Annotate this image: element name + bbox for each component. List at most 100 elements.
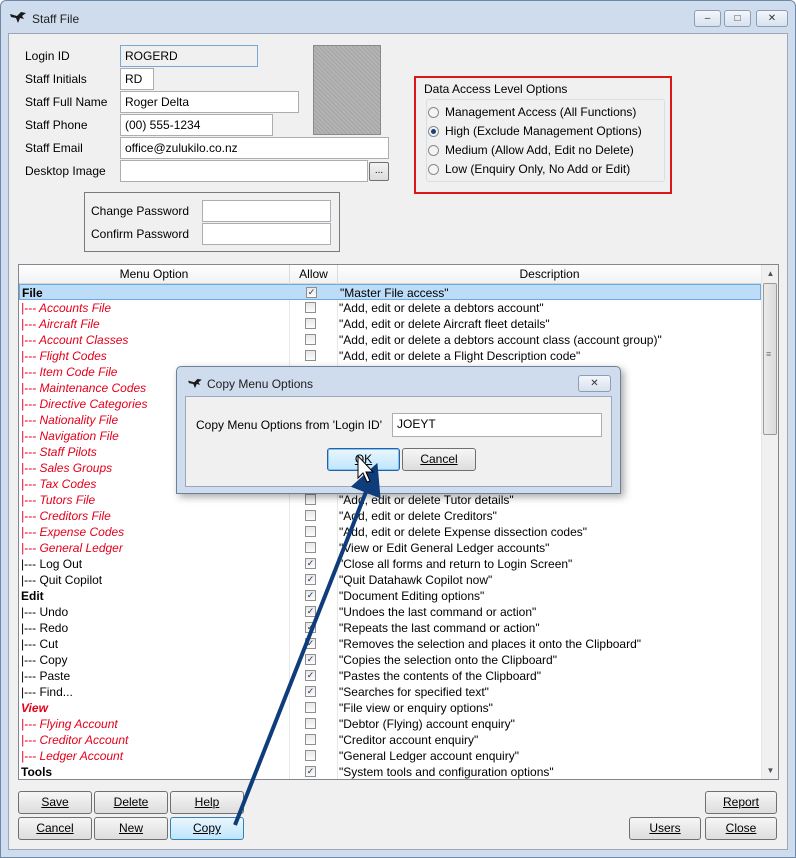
checkbox-icon[interactable]	[305, 302, 316, 313]
table-row[interactable]: Edit ✓ "Document Editing options"	[19, 588, 761, 604]
close-window-button[interactable]: ✕	[756, 10, 788, 27]
menu-options-grid[interactable]: Menu Option Allow Description File ✓ "Mast…	[18, 264, 779, 780]
cancel-button[interactable]: Cancel	[18, 817, 92, 840]
phone-label: Staff Phone	[25, 118, 88, 132]
desktop-image-field[interactable]	[120, 160, 368, 182]
table-row[interactable]: |--- Tutors File "Add, edit or delete Tut…	[19, 492, 761, 508]
checkbox-icon[interactable]	[305, 334, 316, 345]
checkbox-checked-icon[interactable]: ✓	[305, 766, 316, 777]
email-field[interactable]: office@zulukilo.co.nz	[120, 137, 389, 159]
login-id-field[interactable]: ROGERD	[120, 45, 258, 67]
checkbox-icon[interactable]	[305, 734, 316, 745]
description-cell: "Undoes the last command or action"	[339, 605, 537, 619]
checkbox-icon[interactable]	[305, 318, 316, 329]
table-row[interactable]: |--- Quit Copilot ✓ "Quit Datahawk Copilot…	[19, 572, 761, 588]
table-row[interactable]: View "File view or enquiry options"	[19, 700, 761, 716]
new-button[interactable]: New	[94, 817, 168, 840]
checkbox-checked-icon[interactable]: ✓	[305, 670, 316, 681]
ok-button[interactable]: OK	[327, 448, 400, 471]
scroll-down-icon[interactable]: ▼	[762, 762, 778, 779]
help-button[interactable]: Help	[170, 791, 244, 814]
table-row[interactable]: File ✓ "Master File access"	[19, 284, 761, 300]
radio-selected-icon[interactable]	[428, 126, 439, 137]
grid-scrollbar[interactable]: ▲ ≡ ▼	[761, 265, 778, 779]
browse-button[interactable]: ...	[369, 162, 389, 181]
save-button[interactable]: Save	[18, 791, 92, 814]
checkbox-checked-icon[interactable]: ✓	[305, 686, 316, 697]
copy-button[interactable]: Copy	[170, 817, 244, 840]
title-bar[interactable]: Staff File – □ ✕	[1, 1, 795, 35]
checkbox-checked-icon[interactable]: ✓	[305, 638, 316, 649]
table-row[interactable]: |--- Account Classes "Add, edit or delete…	[19, 332, 761, 348]
table-row[interactable]: |--- Flying Account "Debtor (Flying) acco…	[19, 716, 761, 732]
hawk-icon	[188, 378, 202, 389]
checkbox-icon[interactable]	[305, 494, 316, 505]
checkbox-icon[interactable]	[305, 542, 316, 553]
radio-icon[interactable]	[428, 107, 439, 118]
checkbox-checked-icon[interactable]: ✓	[305, 654, 316, 665]
column-header-description[interactable]: Description	[338, 265, 761, 283]
table-row[interactable]: |--- Log Out ✓ "Close all forms and return…	[19, 556, 761, 572]
table-row[interactable]: |--- Ledger Account "General Ledger accou…	[19, 748, 761, 764]
confirm-password-field[interactable]	[202, 223, 331, 245]
minimize-button[interactable]: –	[694, 10, 721, 27]
table-row[interactable]: |--- Flight Codes "Add, edit or delete a …	[19, 348, 761, 364]
report-button[interactable]: Report	[705, 791, 777, 814]
table-row[interactable]: |--- Paste ✓ "Pastes the contents of the C…	[19, 668, 761, 684]
menu-option-cell: |--- Sales Groups	[21, 461, 113, 475]
dialog-close-button[interactable]: ✕	[578, 375, 611, 392]
menu-option-cell: |--- Nationality File	[21, 413, 119, 427]
checkbox-icon[interactable]	[305, 718, 316, 729]
checkbox-checked-icon[interactable]: ✓	[305, 622, 316, 633]
checkbox-checked-icon[interactable]: ✓	[305, 558, 316, 569]
full-name-field[interactable]: Roger Delta	[120, 91, 299, 113]
table-row[interactable]: |--- Aircraft File "Add, edit or delete A…	[19, 316, 761, 332]
column-header-menu-option[interactable]: Menu Option	[19, 265, 290, 283]
description-cell: "Master File access"	[340, 286, 449, 300]
radio-icon[interactable]	[428, 164, 439, 175]
description-cell: "Creditor account enquiry"	[339, 733, 479, 747]
menu-option-cell: |--- Maintenance Codes	[21, 381, 147, 395]
scroll-thumb[interactable]: ≡	[763, 283, 777, 435]
phone-field[interactable]: (00) 555-1234	[120, 114, 273, 136]
checkbox-checked-icon[interactable]: ✓	[306, 287, 317, 298]
table-row[interactable]: |--- General Ledger "View or Edit General…	[19, 540, 761, 556]
checkbox-checked-icon[interactable]: ✓	[305, 606, 316, 617]
close-button[interactable]: Close	[705, 817, 777, 840]
description-cell: "General Ledger account enquiry"	[339, 749, 519, 763]
table-row[interactable]: Tools ✓ "System tools and configuration op…	[19, 764, 761, 779]
users-button[interactable]: Users	[629, 817, 701, 840]
menu-option-cell: |--- Copy	[21, 653, 68, 667]
scroll-up-icon[interactable]: ▲	[762, 265, 778, 282]
table-row[interactable]: |--- Find... ✓ "Searches for specified tex…	[19, 684, 761, 700]
staff-photo[interactable]	[313, 45, 381, 135]
table-row[interactable]: |--- Undo ✓ "Undoes the last command or ac…	[19, 604, 761, 620]
checkbox-icon[interactable]	[305, 526, 316, 537]
checkbox-checked-icon[interactable]: ✓	[305, 590, 316, 601]
initials-field[interactable]: RD	[120, 68, 154, 90]
copy-from-login-field[interactable]: JOEYT	[392, 413, 602, 437]
menu-option-cell: |--- Cut	[21, 637, 59, 651]
menu-option-cell: |--- Creditors File	[21, 509, 111, 523]
menu-option-cell: |--- Creditor Account	[21, 733, 129, 747]
change-password-field[interactable]	[202, 200, 331, 222]
delete-button[interactable]: Delete	[94, 791, 168, 814]
table-row[interactable]: |--- Creditor Account "Creditor account e…	[19, 732, 761, 748]
column-header-allow[interactable]: Allow	[290, 265, 338, 283]
table-row[interactable]: |--- Expense Codes "Add, edit or delete E…	[19, 524, 761, 540]
maximize-button[interactable]: □	[724, 10, 751, 27]
checkbox-checked-icon[interactable]: ✓	[305, 574, 316, 585]
table-row[interactable]: |--- Cut ✓ "Removes the selection and plac…	[19, 636, 761, 652]
table-row[interactable]: |--- Creditors File "Add, edit or delete …	[19, 508, 761, 524]
table-row[interactable]: |--- Copy ✓ "Copies the selection onto the…	[19, 652, 761, 668]
dialog-cancel-button[interactable]: Cancel	[402, 448, 476, 471]
checkbox-icon[interactable]	[305, 750, 316, 761]
table-row[interactable]: |--- Accounts File "Add, edit or delete a…	[19, 300, 761, 316]
radio-icon[interactable]	[428, 145, 439, 156]
table-row[interactable]: |--- Redo ✓ "Repeats the last command or a…	[19, 620, 761, 636]
checkbox-icon[interactable]	[305, 702, 316, 713]
checkbox-icon[interactable]	[305, 510, 316, 521]
checkbox-icon[interactable]	[305, 350, 316, 361]
menu-option-cell: |--- General Ledger	[21, 541, 123, 555]
email-label: Staff Email	[25, 141, 83, 155]
